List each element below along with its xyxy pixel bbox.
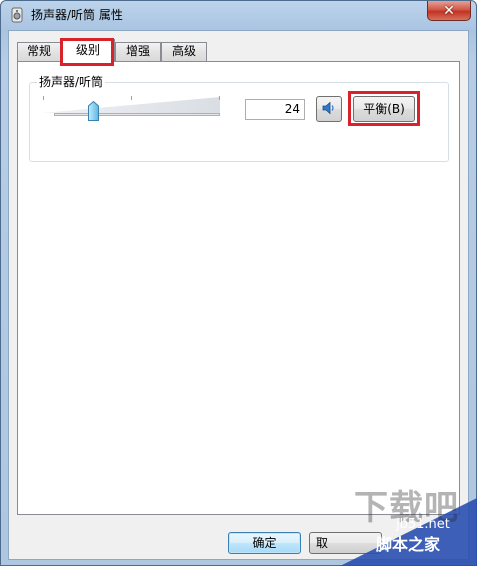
slider-tick xyxy=(131,96,132,100)
mute-button[interactable] xyxy=(316,96,342,122)
level-value-field[interactable]: 24 xyxy=(245,99,305,120)
tab-levels[interactable]: 级别 xyxy=(61,39,115,62)
slider-track xyxy=(54,113,220,116)
tab-advanced[interactable]: 高级 xyxy=(161,42,207,61)
close-button[interactable]: ✕ xyxy=(427,1,471,21)
speaker-level-group: 扬声器/听筒 24 平衡(B) xyxy=(29,75,449,162)
window-title: 扬声器/听筒 属性 xyxy=(31,8,123,22)
balance-button[interactable]: 平衡(B) xyxy=(353,96,415,122)
dialog-client-area: 常规 级别 增强 高级 扬声器/听筒 24 平衡(B) 确定 取 xyxy=(8,30,469,560)
properties-window: 扬声器/听筒 属性 ✕ 常规 级别 增强 高级 扬声器/听筒 24 平衡(B) … xyxy=(0,0,477,566)
cancel-button[interactable]: 取 xyxy=(309,532,382,554)
slider-thumb[interactable] xyxy=(88,100,100,121)
title-bar[interactable]: 扬声器/听筒 属性 ✕ xyxy=(1,1,476,31)
slider-tick xyxy=(43,96,44,100)
group-label: 扬声器/听筒 xyxy=(37,75,106,89)
tab-general[interactable]: 常规 xyxy=(17,42,61,61)
speaker-app-icon xyxy=(9,7,25,23)
levels-panel: 扬声器/听筒 24 平衡(B) xyxy=(17,61,460,515)
tab-enhancements[interactable]: 增强 xyxy=(115,42,161,61)
speaker-icon xyxy=(321,100,337,119)
ok-button[interactable]: 确定 xyxy=(228,532,301,554)
volume-slider[interactable] xyxy=(42,93,232,123)
slider-tick xyxy=(219,96,220,100)
close-icon: ✕ xyxy=(443,2,455,19)
